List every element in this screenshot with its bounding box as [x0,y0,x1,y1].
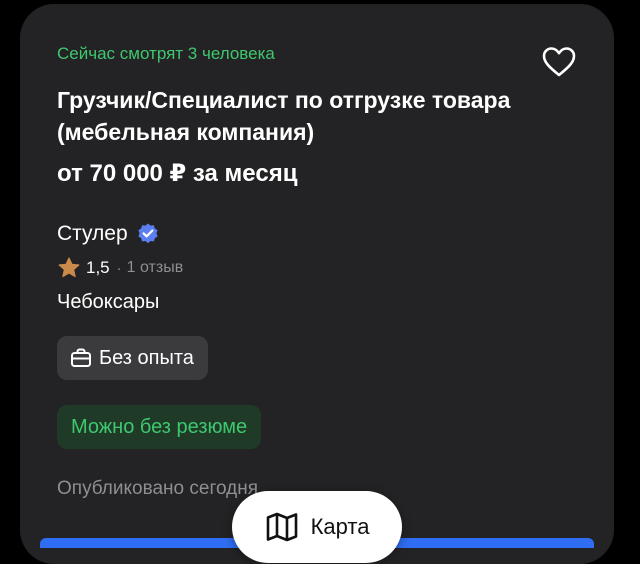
star-icon [57,256,81,280]
salary-text: от 70 000 ₽ за месяц [57,160,298,187]
reviews-link[interactable]: 1 отзыв [127,257,184,279]
map-icon [265,510,299,544]
map-button-label: Карта [310,514,370,539]
company-rating: 1,5 · 1 отзыв [57,256,183,280]
vacancy-title: Грузчик/Специалист по отгрузке товара (м… [57,87,511,145]
company-link[interactable]: Стулер [57,220,160,248]
company-name: Стулер [57,222,128,245]
published-date: Опубликовано сегодня [57,478,258,499]
favorite-button[interactable] [539,44,579,80]
separator-dot: · [116,259,122,277]
briefcase-icon [69,346,93,370]
rating-value: 1,5 [86,258,110,277]
heart-icon [542,47,576,77]
vacancy-card: Сейчас смотрят 3 человека Грузчик/Специа… [20,4,614,564]
experience-tag: Без опыта [57,336,208,380]
city-text: Чебоксары [57,291,160,313]
no-resume-tag: Можно без резюме [57,405,262,449]
viewers-count-text: Сейчас смотрят 3 человека [57,44,275,63]
map-button[interactable]: Карта [232,491,402,563]
experience-tag-label: Без опыта [99,346,194,369]
verified-badge-icon [136,222,160,246]
no-resume-tag-label: Можно без резюме [71,415,248,438]
